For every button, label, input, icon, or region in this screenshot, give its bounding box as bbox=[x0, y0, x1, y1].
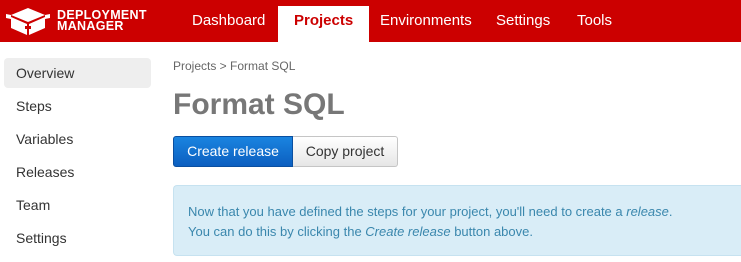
copy-project-button[interactable]: Copy project bbox=[293, 136, 398, 167]
nav-environments[interactable]: Environments bbox=[364, 6, 488, 42]
brand-logo[interactable]: DEPLOYMENT MANAGER bbox=[5, 5, 147, 37]
alert-line-1-end: . bbox=[668, 204, 673, 219]
alert-line-2-text: You can do this by clicking the bbox=[188, 224, 366, 239]
top-navbar: DEPLOYMENT MANAGER Dashboard Projects En… bbox=[0, 0, 741, 42]
info-alert: Now that you have defined the steps for … bbox=[173, 185, 741, 256]
sidebar-item-releases[interactable]: Releases bbox=[4, 157, 151, 187]
sidebar-item-settings[interactable]: Settings bbox=[4, 223, 151, 253]
nav-tools[interactable]: Tools bbox=[561, 6, 628, 42]
sidebar-item-steps[interactable]: Steps bbox=[4, 91, 151, 121]
sidebar-item-overview[interactable]: Overview bbox=[4, 58, 151, 88]
logo-box-icon bbox=[6, 8, 50, 35]
nav-dashboard[interactable]: Dashboard bbox=[176, 6, 281, 42]
alert-create-release-term: Create release bbox=[365, 224, 451, 239]
alert-line-1-text: Now that you have defined the steps for … bbox=[188, 204, 627, 219]
create-release-button[interactable]: Create release bbox=[173, 136, 293, 167]
brand-line-2: MANAGER bbox=[57, 19, 124, 33]
alert-release-term: release bbox=[626, 204, 669, 219]
sidebar-item-variables[interactable]: Variables bbox=[4, 124, 151, 154]
nav-settings[interactable]: Settings bbox=[480, 6, 566, 42]
brand-name: DEPLOYMENT MANAGER bbox=[57, 9, 147, 33]
sidebar-item-team[interactable]: Team bbox=[4, 190, 151, 220]
nav-projects[interactable]: Projects bbox=[278, 6, 370, 42]
alert-line-2-end: button above. bbox=[450, 224, 533, 239]
alert-line-2: You can do this by clicking the Create r… bbox=[188, 222, 741, 242]
alert-line-1: Now that you have defined the steps for … bbox=[188, 202, 741, 222]
page-title: Format SQL bbox=[173, 88, 345, 121]
breadcrumb: Projects > Format SQL bbox=[173, 59, 296, 73]
